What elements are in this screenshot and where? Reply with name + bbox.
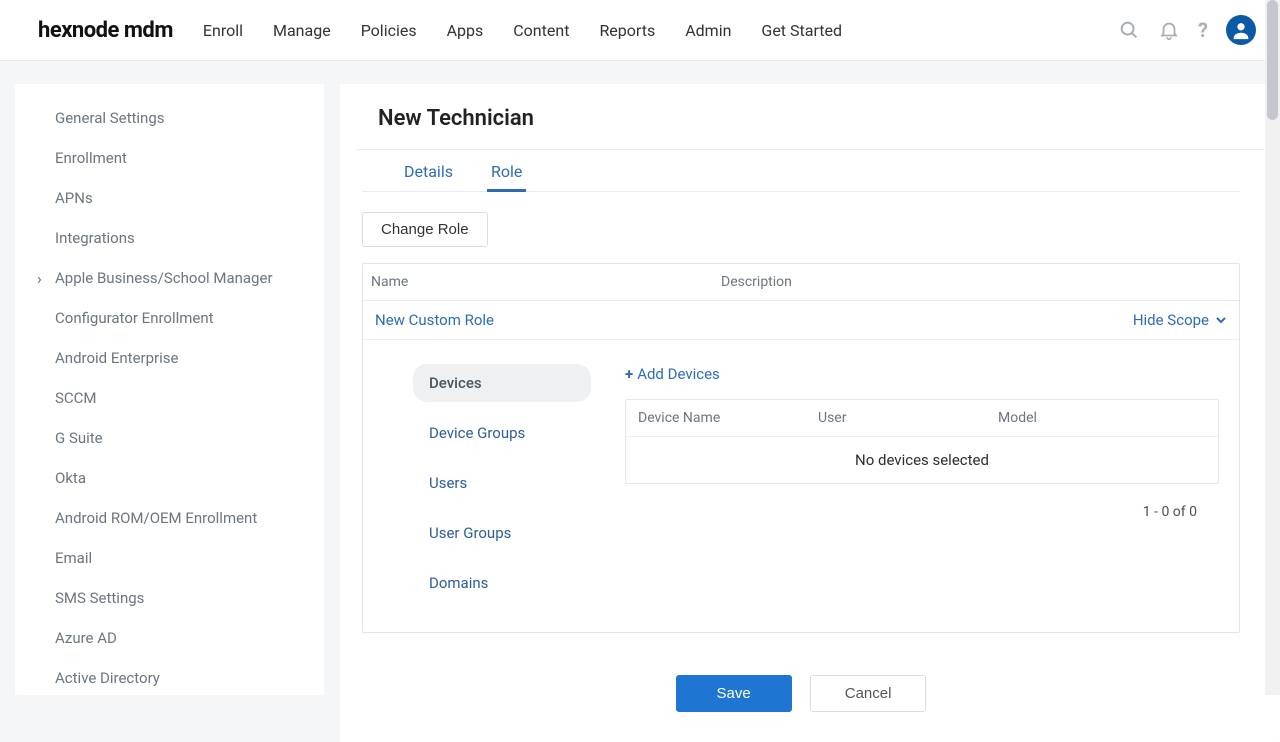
sidebar-item-integrations[interactable]: Integrations — [15, 218, 324, 258]
role-row: New Custom Role Hide Scope — [363, 301, 1239, 340]
sidebar-item-apns[interactable]: APNs — [15, 178, 324, 218]
nav-policies[interactable]: Policies — [361, 21, 417, 40]
bell-icon[interactable] — [1158, 19, 1180, 41]
detail-tabs: Details Role — [362, 150, 1240, 192]
col-user: User — [818, 410, 998, 426]
role-name-link[interactable]: New Custom Role — [375, 311, 494, 329]
nav-content[interactable]: Content — [513, 21, 569, 40]
change-role-button[interactable]: Change Role — [362, 212, 488, 247]
nav-get-started[interactable]: Get Started — [761, 21, 842, 40]
col-device-name: Device Name — [638, 410, 818, 426]
devices-table-head: Device Name User Model — [626, 400, 1218, 437]
empty-state: No devices selected — [626, 437, 1218, 483]
tab-role[interactable]: Role — [487, 162, 526, 191]
scrollbar-thumb[interactable] — [1267, 0, 1278, 120]
top-nav: Enroll Manage Policies Apps Content Repo… — [203, 21, 842, 40]
pager: 1 - 0 of 0 — [625, 484, 1219, 520]
col-model: Model — [998, 410, 1206, 426]
scope-tab-user-groups[interactable]: User Groups — [413, 514, 591, 552]
col-name: Name — [371, 274, 721, 290]
sidebar-item-abm[interactable]: Apple Business/School Manager — [15, 258, 324, 298]
sidebar-item-android-rom[interactable]: Android ROM/OEM Enrollment — [15, 498, 324, 538]
sidebar-item-azure-ad[interactable]: Azure AD — [15, 618, 324, 658]
help-icon[interactable]: ? — [1198, 18, 1208, 42]
footer-actions: Save Cancel — [362, 675, 1240, 712]
scope-tab-devices[interactable]: Devices — [413, 364, 591, 402]
scope-tabs: Devices Device Groups Users User Groups … — [413, 364, 591, 602]
scrollbar[interactable] — [1265, 0, 1280, 695]
sidebar-item-okta[interactable]: Okta — [15, 458, 324, 498]
cancel-button[interactable]: Cancel — [810, 675, 927, 712]
save-button[interactable]: Save — [676, 675, 792, 712]
plus-icon: + — [625, 365, 633, 383]
sidebar-item-sccm[interactable]: SCCM — [15, 378, 324, 418]
search-icon[interactable] — [1118, 19, 1140, 41]
chevron-down-icon — [1215, 314, 1227, 326]
hide-scope-label: Hide Scope — [1133, 311, 1209, 329]
sidebar-item-enrollment[interactable]: Enrollment — [15, 138, 324, 178]
nav-reports[interactable]: Reports — [599, 21, 655, 40]
tab-details[interactable]: Details — [400, 162, 457, 191]
col-description: Description — [721, 274, 1225, 290]
scope-tab-device-groups[interactable]: Device Groups — [413, 414, 591, 452]
sidebar-item-sms[interactable]: SMS Settings — [15, 578, 324, 618]
sidebar: General Settings Enrollment APNs Integra… — [15, 84, 324, 695]
hide-scope-toggle[interactable]: Hide Scope — [1133, 311, 1227, 329]
sidebar-item-general-settings[interactable]: General Settings — [15, 98, 324, 138]
header-right: ? — [1118, 15, 1256, 45]
brand-logo: hexnode mdm — [38, 18, 173, 43]
nav-apps[interactable]: Apps — [447, 21, 484, 40]
sidebar-item-configurator[interactable]: Configurator Enrollment — [15, 298, 324, 338]
avatar[interactable] — [1226, 15, 1256, 45]
nav-enroll[interactable]: Enroll — [203, 21, 243, 40]
nav-manage[interactable]: Manage — [273, 21, 331, 40]
role-box: Name Description New Custom Role Hide Sc… — [362, 263, 1240, 633]
sidebar-item-android-enterprise[interactable]: Android Enterprise — [15, 338, 324, 378]
page-title: New Technician — [362, 106, 1240, 149]
sidebar-item-active-directory[interactable]: Active Directory — [15, 658, 324, 695]
devices-table: Device Name User Model No devices select… — [625, 399, 1219, 484]
sidebar-item-email[interactable]: Email — [15, 538, 324, 578]
add-devices-label: Add Devices — [637, 365, 720, 383]
add-devices-button[interactable]: + Add Devices — [625, 365, 720, 383]
role-table-head: Name Description — [363, 264, 1239, 301]
app-header: hexnode mdm Enroll Manage Policies Apps … — [0, 0, 1280, 61]
main-panel: New Technician Details Role Change Role … — [340, 84, 1280, 742]
scope-body: + Add Devices Device Name User Model No … — [625, 364, 1219, 602]
scope-panel: Devices Device Groups Users User Groups … — [363, 340, 1239, 632]
sidebar-item-gsuite[interactable]: G Suite — [15, 418, 324, 458]
scope-tab-users[interactable]: Users — [413, 464, 591, 502]
scope-tab-domains[interactable]: Domains — [413, 564, 591, 602]
nav-admin[interactable]: Admin — [685, 21, 731, 40]
